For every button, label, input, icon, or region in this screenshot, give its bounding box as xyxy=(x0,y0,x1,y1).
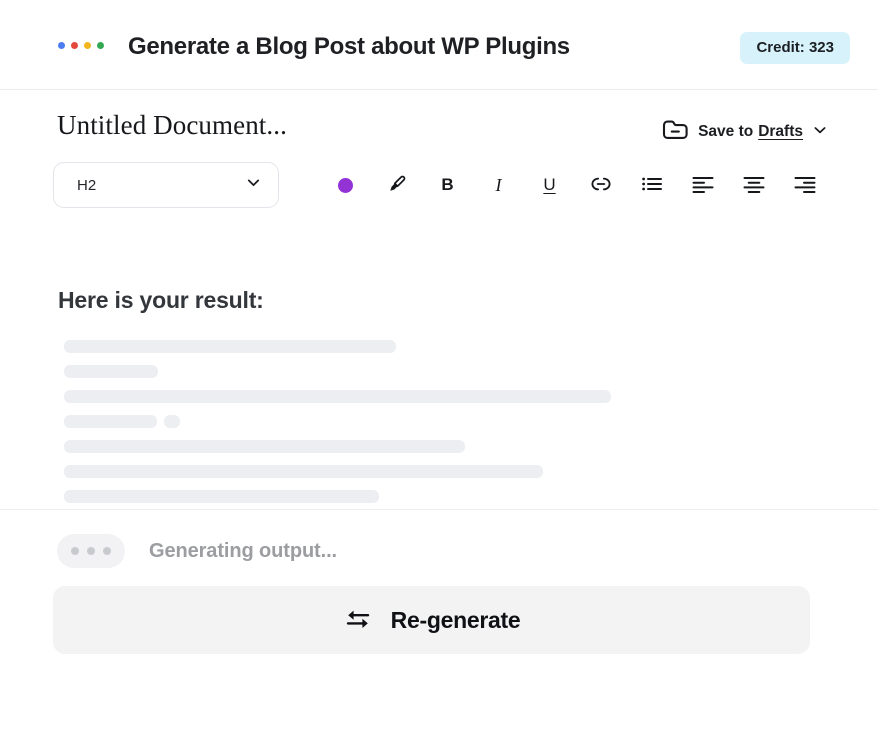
skeleton-row xyxy=(64,415,858,428)
color-circle-icon xyxy=(338,178,353,193)
generation-status-text: Generating output... xyxy=(149,540,337,563)
highlighter-button[interactable] xyxy=(371,162,422,208)
skeleton-bar xyxy=(164,415,180,428)
document-title[interactable]: Untitled Document... xyxy=(57,110,287,141)
skeleton-row xyxy=(64,440,858,453)
save-to-drafts-control[interactable]: Save to Drafts xyxy=(662,117,828,147)
align-right-button[interactable] xyxy=(779,162,830,208)
skeleton-bar xyxy=(64,365,158,378)
skeleton-row xyxy=(64,465,858,478)
result-area: Here is your result: xyxy=(0,234,878,510)
logo-dot-yellow xyxy=(84,42,91,49)
block-format-select[interactable]: H2 xyxy=(53,162,279,208)
underline-button[interactable]: U xyxy=(524,162,575,208)
paragraph-tools xyxy=(626,162,830,208)
editor-toolbar: H2 B I U xyxy=(0,162,878,234)
content-skeleton xyxy=(64,340,858,515)
skeleton-bar xyxy=(64,340,396,353)
align-center-icon xyxy=(743,174,765,197)
bold-button[interactable]: B xyxy=(422,162,473,208)
skeleton-bar xyxy=(64,490,379,503)
swap-arrows-icon xyxy=(343,606,373,635)
logo-dot-green xyxy=(97,42,104,49)
typing-dot xyxy=(87,547,95,555)
align-left-icon xyxy=(692,174,714,197)
chevron-down-icon xyxy=(245,174,262,196)
italic-button[interactable]: I xyxy=(473,162,524,208)
bulleted-list-button[interactable] xyxy=(626,162,677,208)
skeleton-bar xyxy=(64,465,543,478)
skeleton-bar xyxy=(64,415,157,428)
regenerate-label: Re-generate xyxy=(391,607,521,634)
result-heading: Here is your result: xyxy=(58,287,264,314)
typing-dots-icon xyxy=(57,534,125,568)
link-button[interactable] xyxy=(575,162,626,208)
save-text-wrap: Save to Drafts xyxy=(698,123,803,141)
brand-logo xyxy=(58,42,104,49)
folder-minus-icon xyxy=(662,117,689,147)
bold-icon: B xyxy=(441,175,453,195)
app-header: Generate a Blog Post about WP Plugins Cr… xyxy=(0,0,878,90)
skeleton-row xyxy=(64,490,858,503)
skeleton-bar xyxy=(64,440,465,453)
align-right-icon xyxy=(794,174,816,197)
generation-footer: Generating output... Re-generate xyxy=(0,510,878,710)
text-color-swatch[interactable] xyxy=(320,162,371,208)
chevron-down-icon[interactable] xyxy=(812,122,828,143)
save-target-value[interactable]: Drafts xyxy=(758,123,803,141)
generation-status-row: Generating output... xyxy=(57,534,337,568)
regenerate-button[interactable]: Re-generate xyxy=(53,586,810,654)
skeleton-row xyxy=(64,390,858,403)
block-format-value: H2 xyxy=(77,177,96,194)
typing-dot xyxy=(71,547,79,555)
highlighter-icon xyxy=(386,173,408,198)
page-title: Generate a Blog Post about WP Plugins xyxy=(128,33,570,61)
align-left-button[interactable] xyxy=(677,162,728,208)
logo-dot-red xyxy=(71,42,78,49)
text-format-tools: B I U xyxy=(320,162,626,208)
skeleton-row xyxy=(64,365,858,378)
credit-badge: Credit: 323 xyxy=(740,32,850,64)
document-bar: Untitled Document... Save to Drafts xyxy=(0,90,878,162)
typing-dot xyxy=(103,547,111,555)
link-icon xyxy=(589,174,613,197)
underline-icon: U xyxy=(543,175,555,195)
logo-dot-blue xyxy=(58,42,65,49)
save-to-label: Save to xyxy=(698,123,753,141)
skeleton-row xyxy=(64,340,858,353)
align-center-button[interactable] xyxy=(728,162,779,208)
bulleted-list-icon xyxy=(641,174,663,197)
skeleton-bar xyxy=(64,390,611,403)
italic-icon: I xyxy=(496,175,502,196)
